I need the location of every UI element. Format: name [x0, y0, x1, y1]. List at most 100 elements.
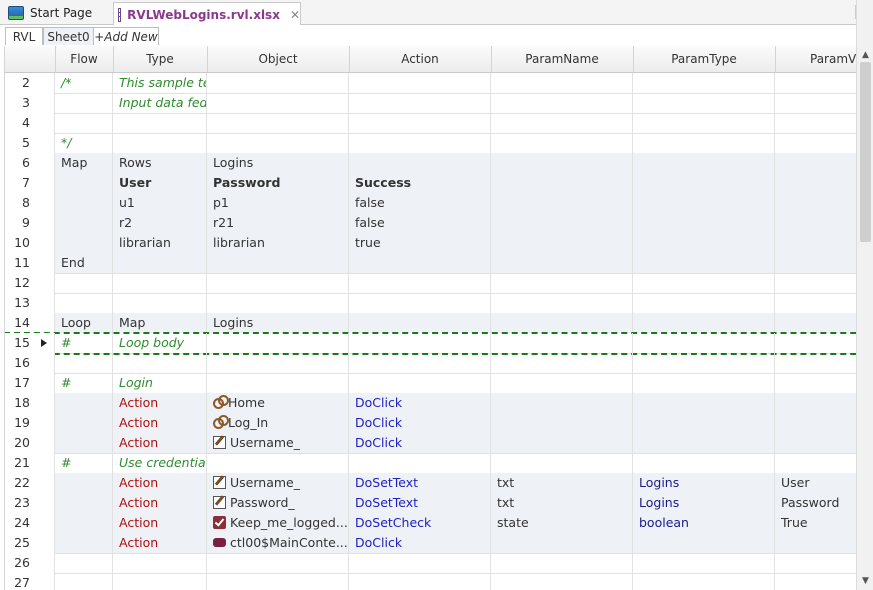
- vertical-scrollbar[interactable]: ▲ ▼: [856, 0, 873, 590]
- cell-action[interactable]: [349, 253, 491, 273]
- cell-paramtype[interactable]: [633, 313, 775, 333]
- tab-start-page[interactable]: Start Page: [4, 2, 110, 24]
- cell-paramname[interactable]: [491, 553, 633, 573]
- cell-flow[interactable]: #: [55, 453, 113, 473]
- column-header-paramvalue[interactable]: ParamV: [775, 46, 856, 72]
- sheet-tab-rvl[interactable]: RVL: [5, 27, 43, 45]
- cell-paramname[interactable]: [491, 533, 633, 553]
- cell-paramvalue[interactable]: True: [775, 513, 856, 533]
- cell-object[interactable]: Username_: [207, 473, 349, 493]
- cell-type[interactable]: Rows: [113, 153, 207, 173]
- cell-paramtype[interactable]: Logins: [633, 493, 775, 513]
- cell-action[interactable]: DoSetCheck: [349, 513, 491, 533]
- grid-row[interactable]: 17 # Login: [5, 373, 856, 394]
- cell-paramname[interactable]: [491, 333, 633, 353]
- cell-flow[interactable]: [55, 533, 113, 553]
- cell-type[interactable]: u1: [113, 193, 207, 213]
- cell-paramvalue[interactable]: [775, 173, 856, 193]
- grid-row[interactable]: 3 Input data fed from the 'Logins' map.: [5, 93, 856, 114]
- cell-type[interactable]: [113, 133, 207, 153]
- cell-action[interactable]: Success: [349, 173, 491, 193]
- cell-action[interactable]: [349, 353, 491, 373]
- cell-paramvalue[interactable]: [775, 193, 856, 213]
- grid-row[interactable]: 23 Action Password_ DoSetText txt Logins Passw…: [5, 493, 856, 514]
- cell-flow[interactable]: [55, 513, 113, 533]
- cell-flow[interactable]: Map: [55, 153, 113, 173]
- cell-object[interactable]: [207, 373, 349, 393]
- add-new-sheet-button[interactable]: +Add New: [93, 27, 159, 45]
- cell-action[interactable]: [349, 373, 491, 393]
- cell-action[interactable]: [349, 113, 491, 133]
- cell-paramvalue[interactable]: [775, 453, 856, 473]
- cell-paramvalue[interactable]: [775, 293, 856, 313]
- grid-row[interactable]: 2 /* This sample tests Login screen for Li…: [5, 73, 856, 94]
- cell-paramname[interactable]: [491, 313, 633, 333]
- cell-paramvalue[interactable]: [775, 273, 856, 293]
- cell-type[interactable]: Loop body: [113, 333, 207, 353]
- cell-object[interactable]: [207, 353, 349, 373]
- cell-flow[interactable]: #: [55, 333, 113, 353]
- grid-row[interactable]: 8 u1 p1 false: [5, 193, 856, 214]
- cell-paramname[interactable]: [491, 293, 633, 313]
- cell-object[interactable]: Logins: [207, 153, 349, 173]
- cell-paramname[interactable]: [491, 133, 633, 153]
- cell-object[interactable]: [207, 73, 349, 93]
- cell-action[interactable]: DoClick: [349, 413, 491, 433]
- cell-paramtype[interactable]: [633, 273, 775, 293]
- cell-flow[interactable]: [55, 433, 113, 453]
- cell-paramname[interactable]: [491, 73, 633, 93]
- cell-paramtype[interactable]: [633, 333, 775, 353]
- cell-paramname[interactable]: [491, 413, 633, 433]
- grid-row[interactable]: 10 librarian librarian true: [5, 233, 856, 254]
- tab-rvlweblogins[interactable]: RVLWebLogins.rvl.xlsx ✕: [113, 2, 301, 26]
- cell-flow[interactable]: [55, 193, 113, 213]
- cell-object[interactable]: [207, 453, 349, 473]
- grid-row[interactable]: 19 Action Log_In DoClick: [5, 413, 856, 434]
- cell-type[interactable]: Action: [113, 393, 207, 413]
- cell-flow[interactable]: [55, 113, 113, 133]
- cell-object[interactable]: Password: [207, 173, 349, 193]
- cell-type[interactable]: [113, 573, 207, 590]
- cell-paramtype[interactable]: [633, 573, 775, 590]
- cell-type[interactable]: [113, 353, 207, 373]
- cell-paramvalue[interactable]: [775, 133, 856, 153]
- scroll-up-arrow-icon[interactable]: ▲: [857, 48, 873, 62]
- cell-flow[interactable]: [55, 553, 113, 573]
- scrollbar-thumb[interactable]: [860, 62, 871, 242]
- cell-paramtype[interactable]: [633, 413, 775, 433]
- cell-type[interactable]: [113, 253, 207, 273]
- cell-paramvalue[interactable]: [775, 533, 856, 553]
- cell-object[interactable]: Password_: [207, 493, 349, 513]
- cell-paramname[interactable]: [491, 193, 633, 213]
- column-header-paramtype[interactable]: ParamType: [633, 46, 776, 72]
- cell-paramtype[interactable]: [633, 253, 775, 273]
- cell-action[interactable]: DoClick: [349, 533, 491, 553]
- grid-row[interactable]: 11 End: [5, 253, 856, 274]
- cell-paramtype[interactable]: [633, 133, 775, 153]
- cell-flow[interactable]: [55, 173, 113, 193]
- cell-object[interactable]: [207, 93, 349, 113]
- cell-action[interactable]: true: [349, 233, 491, 253]
- cell-flow[interactable]: [55, 393, 113, 413]
- cell-flow[interactable]: End: [55, 253, 113, 273]
- cell-flow[interactable]: [55, 413, 113, 433]
- cell-paramvalue[interactable]: [775, 73, 856, 93]
- cell-paramtype[interactable]: Logins: [633, 473, 775, 493]
- cell-paramvalue[interactable]: Password: [775, 493, 856, 513]
- grid-row[interactable]: 5 */: [5, 133, 856, 154]
- cell-object[interactable]: Log_In: [207, 413, 349, 433]
- cell-paramvalue[interactable]: [775, 313, 856, 333]
- grid-row[interactable]: 4: [5, 113, 856, 134]
- scroll-down-arrow-icon[interactable]: ▼: [857, 574, 873, 588]
- cell-type[interactable]: Map: [113, 313, 207, 333]
- cell-type[interactable]: Action: [113, 533, 207, 553]
- cell-type[interactable]: User: [113, 173, 207, 193]
- cell-flow[interactable]: /*: [55, 73, 113, 93]
- cell-object[interactable]: [207, 113, 349, 133]
- cell-object[interactable]: [207, 253, 349, 273]
- cell-paramname[interactable]: [491, 433, 633, 453]
- cell-flow[interactable]: */: [55, 133, 113, 153]
- cell-type[interactable]: Use credentials from Logins Map: [113, 453, 207, 473]
- cell-paramname[interactable]: txt: [491, 493, 633, 513]
- cell-paramvalue[interactable]: [775, 153, 856, 173]
